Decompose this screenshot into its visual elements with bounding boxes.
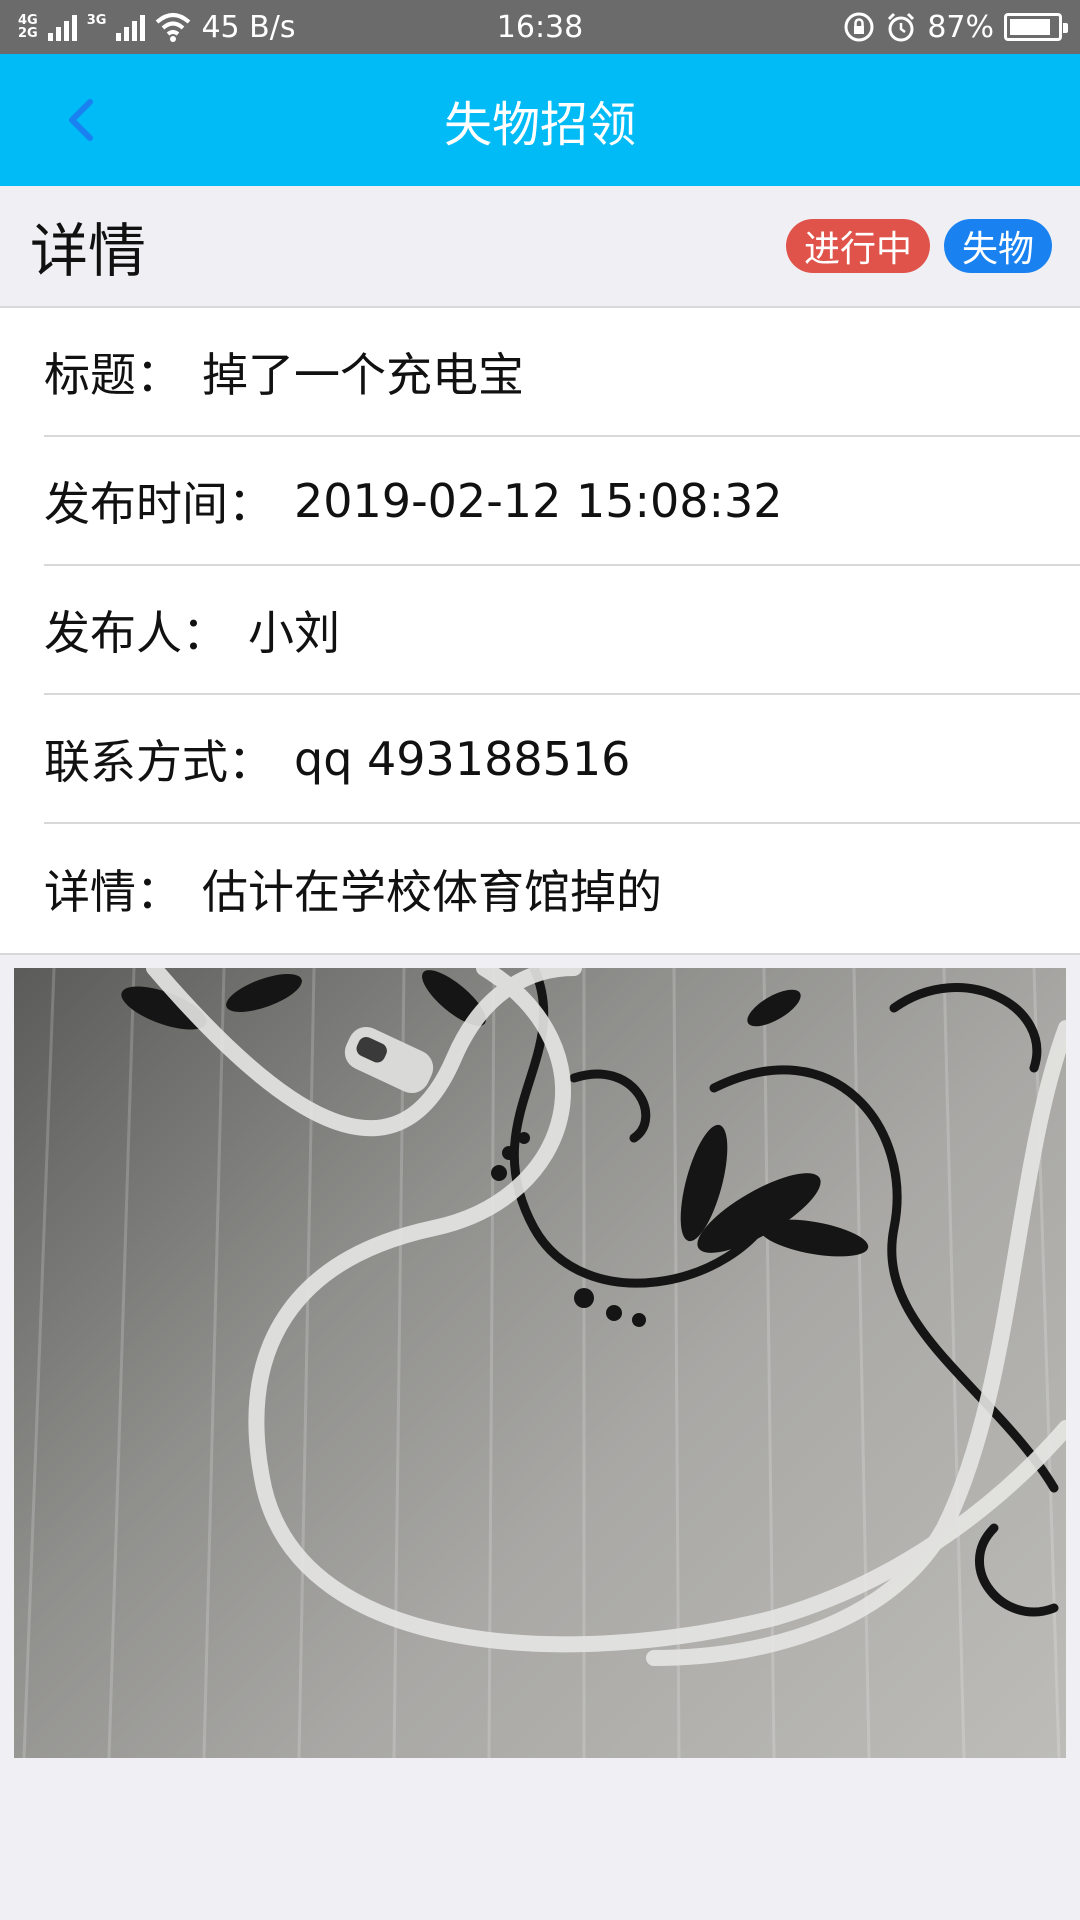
info-value: 掉了一个充电宝 <box>202 347 524 402</box>
section-title: 详情 <box>30 217 147 285</box>
info-label: 联系方式： <box>44 734 274 789</box>
alarm-icon <box>888 12 915 42</box>
info-value: 2019-02-12 15:08:32 <box>294 473 783 528</box>
network-type-secondary: 3G <box>86 13 107 28</box>
status-bar: 4G 2G 3G 45 B/s 16:38 87% <box>0 0 1080 54</box>
status-badge: 进行中 <box>785 219 930 273</box>
type-badge: 失物 <box>943 219 1052 273</box>
network-type: 4G 2G <box>18 14 38 40</box>
detail-info-list: 标题： 掉了一个充电宝 发布时间： 2019-02-12 15:08:32 发布… <box>0 308 1080 955</box>
info-value: 估计在学校体育馆掉的 <box>202 864 662 919</box>
info-row-contact: 联系方式： qq 493188516 <box>44 695 1080 824</box>
battery-percent: 87% <box>927 9 994 45</box>
info-row-title: 标题： 掉了一个充电宝 <box>44 308 1080 437</box>
wifi-icon <box>156 13 191 42</box>
item-photo[interactable] <box>14 968 1066 1758</box>
network-type-bottom: 2G <box>18 26 38 41</box>
info-label: 发布时间： <box>44 476 274 531</box>
detail-section-header: 详情 进行中 失物 <box>0 186 1080 308</box>
info-label: 详情： <box>44 864 182 919</box>
network-speed: 45 B/s <box>201 9 296 45</box>
badge-group: 进行中 失物 <box>785 219 1052 273</box>
info-value: 小刘 <box>248 605 340 660</box>
info-label: 标题： <box>44 347 182 402</box>
info-row-publisher: 发布人： 小刘 <box>44 566 1080 695</box>
info-row-description: 详情： 估计在学校体育馆掉的 <box>44 824 1080 953</box>
chevron-left-icon <box>69 99 93 141</box>
info-row-publish-time: 发布时间： 2019-02-12 15:08:32 <box>44 437 1080 566</box>
battery-icon <box>1004 13 1068 41</box>
status-right: 87% <box>843 9 1068 45</box>
photo-illustration <box>22 968 1066 1758</box>
rotation-lock-icon <box>844 12 874 42</box>
info-label: 发布人： <box>44 605 228 660</box>
signal-icon-secondary <box>116 13 146 41</box>
info-value: qq 493188516 <box>294 731 631 786</box>
page-title: 失物招领 <box>443 97 636 153</box>
status-left: 4G 2G 3G 45 B/s <box>18 10 295 45</box>
signal-icon <box>47 13 77 41</box>
back-button[interactable] <box>40 80 120 160</box>
app-header: 失物招领 <box>0 54 1080 186</box>
